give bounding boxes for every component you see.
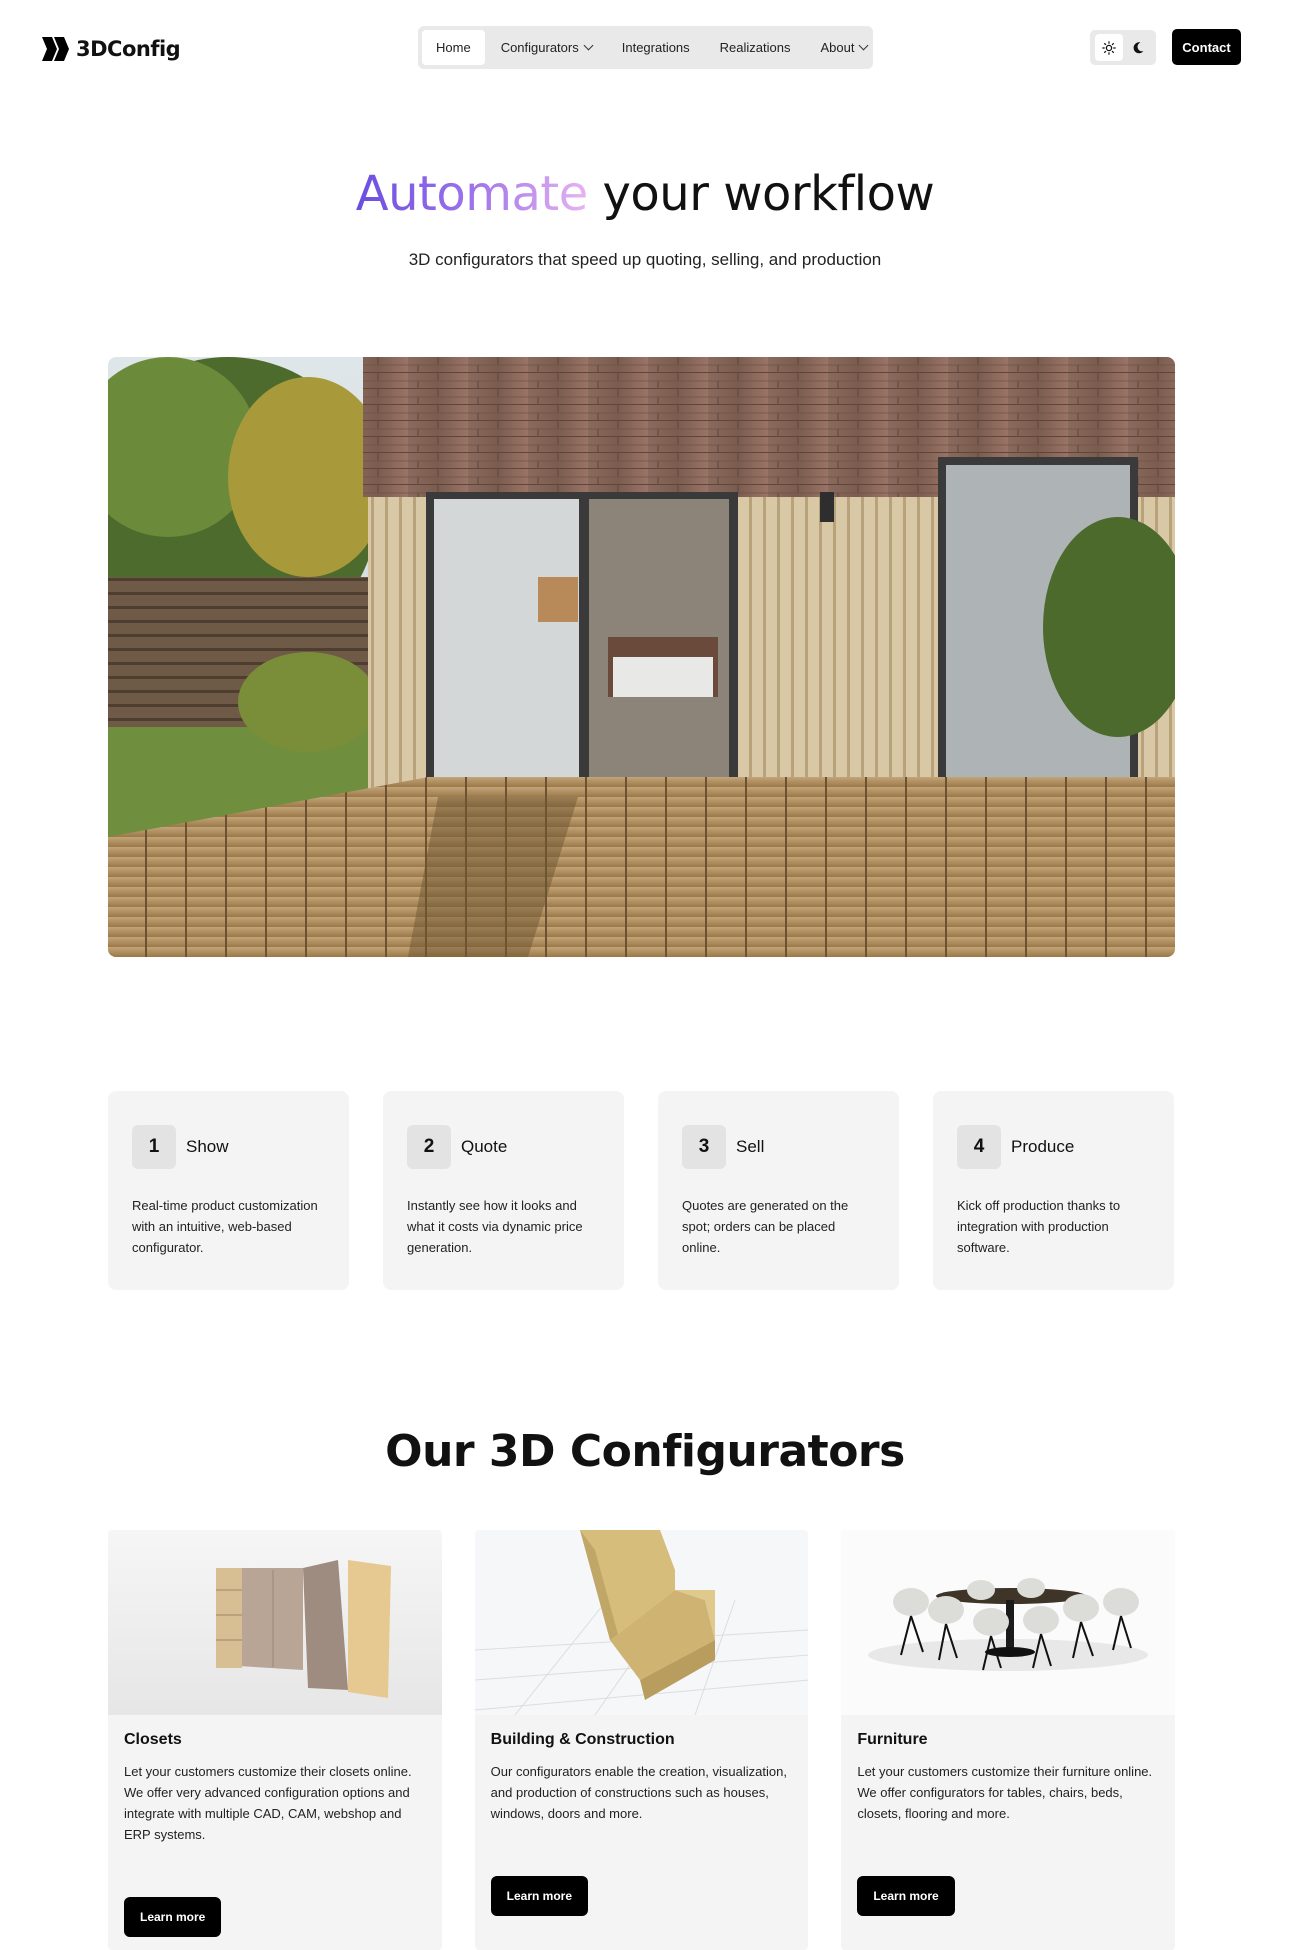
- card-title: Furniture: [857, 1731, 928, 1748]
- hero-title: Automate your workflow: [0, 166, 1290, 222]
- step-number: 3: [682, 1125, 726, 1169]
- hero-title-highlight: Automate: [355, 166, 588, 222]
- nav-item-integrations[interactable]: Integrations: [608, 30, 704, 65]
- theme-toggle: [1090, 30, 1156, 65]
- card-text: Our configurators enable the creation, v…: [490, 1764, 787, 1821]
- configurator-card-closets: Closets Let your customers customize the…: [108, 1530, 442, 1950]
- configurator-card-building: Building & Construction Our configurator…: [474, 1530, 809, 1950]
- building-image: [474, 1530, 809, 1715]
- hero-title-rest: your workflow: [602, 166, 935, 222]
- logo-mark-icon: [42, 37, 69, 61]
- hero-subtitle: 3D configurators that speed up quoting, …: [408, 250, 882, 269]
- learn-more-button[interactable]: Learn more: [857, 1876, 955, 1916]
- step-card: 2 Quote Instantly see how it looks and w…: [383, 1091, 624, 1290]
- card-title: Closets: [124, 1731, 182, 1748]
- sun-icon: [1101, 40, 1116, 55]
- steps-section: 1 Show Real-time product customization w…: [108, 1091, 1175, 1290]
- nav-item-realizations[interactable]: Realizations: [706, 30, 805, 65]
- nav-item-about[interactable]: About: [807, 30, 882, 65]
- moon-icon: [1133, 41, 1143, 53]
- step-text: Instantly see how it looks and what it c…: [407, 1198, 583, 1255]
- card-text: Let your customers customize their furni…: [857, 1764, 1153, 1821]
- dark-mode-button[interactable]: [1124, 34, 1152, 61]
- step-number: 4: [957, 1125, 1001, 1169]
- step-number: 1: [132, 1125, 176, 1169]
- configurators-title: Our 3D Configurators: [385, 1426, 905, 1477]
- closet-image: [108, 1530, 442, 1715]
- main-nav: Home Configurators Integrations Realizat…: [418, 26, 873, 69]
- furniture-image: [841, 1530, 1176, 1715]
- step-text: Quotes are generated on the spot; orders…: [682, 1198, 849, 1255]
- step-card: 4 Produce Kick off production thanks to …: [933, 1091, 1174, 1290]
- logo[interactable]: 3DConfig: [40, 32, 181, 66]
- step-text: Kick off production thanks to integratio…: [957, 1198, 1121, 1255]
- configurator-card-furniture: Furniture Let your customers customize t…: [841, 1530, 1176, 1950]
- learn-more-button[interactable]: Learn more: [490, 1876, 589, 1916]
- chevron-down-icon: [583, 40, 594, 51]
- step-title: Produce: [1011, 1137, 1075, 1156]
- nav-item-home[interactable]: Home: [422, 30, 485, 65]
- step-title: Show: [186, 1137, 229, 1156]
- step-number: 2: [407, 1125, 451, 1169]
- step-card: 1 Show Real-time product customization w…: [108, 1091, 349, 1290]
- nav-item-label: Home: [436, 40, 471, 55]
- light-mode-button[interactable]: [1094, 34, 1123, 61]
- step-text: Real-time product customization with an …: [132, 1198, 318, 1255]
- nav-item-configurators[interactable]: Configurators: [487, 30, 606, 65]
- card-text: Let your customers customize their close…: [124, 1764, 412, 1842]
- step-title: Sell: [736, 1137, 765, 1156]
- nav-item-label: Configurators: [500, 40, 579, 55]
- step-title: Quote: [461, 1137, 508, 1156]
- site-header: 3DConfig Home Configurators Integrations…: [0, 0, 1290, 96]
- step-card: 3 Sell Quotes are generated on the spot;…: [658, 1091, 899, 1290]
- logo-text: 3DConfig: [76, 37, 181, 61]
- chevron-down-icon: [859, 40, 869, 51]
- hero-image: [108, 357, 1175, 957]
- card-title: Building & Construction: [490, 1731, 675, 1748]
- nav-item-label: Realizations: [719, 40, 791, 55]
- nav-item-label: About: [820, 40, 855, 55]
- nav-item-label: Integrations: [621, 40, 690, 55]
- contact-button[interactable]: Contact: [1172, 29, 1241, 65]
- configurator-cards: Closets Let your customers customize the…: [108, 1530, 1176, 1950]
- learn-more-button[interactable]: Learn more: [124, 1897, 222, 1937]
